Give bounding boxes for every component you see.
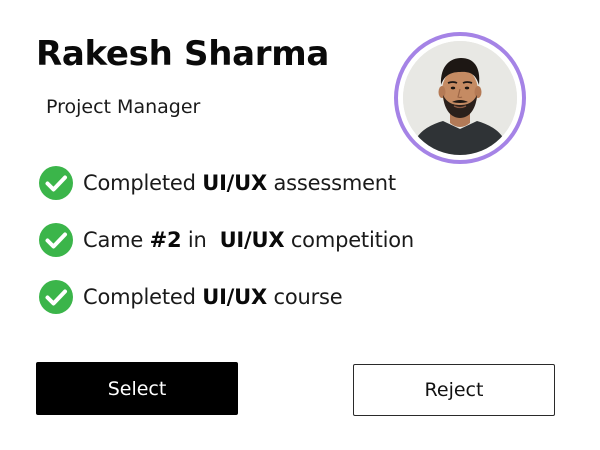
achievement-text: Completed UI/UX course xyxy=(83,285,343,309)
check-circle-icon xyxy=(38,279,74,315)
achievement-item: Completed UI/UX assessment xyxy=(38,164,414,202)
avatar xyxy=(403,41,517,155)
achievement-item: Came #2 in UI/UX competition xyxy=(38,221,414,259)
avatar-ring xyxy=(394,32,526,164)
candidate-card: Rakesh Sharma Project Manager Completed … xyxy=(0,0,600,450)
candidate-name: Rakesh Sharma xyxy=(36,34,330,74)
person-photo-icon xyxy=(403,41,517,155)
select-button[interactable]: Select xyxy=(36,362,238,415)
check-circle-icon xyxy=(38,165,74,201)
candidate-role: Project Manager xyxy=(46,96,201,118)
achievements-list: Completed UI/UX assessment Came #2 in UI… xyxy=(38,164,414,335)
achievement-text: Completed UI/UX assessment xyxy=(83,171,396,195)
achievement-item: Completed UI/UX course xyxy=(38,278,414,316)
reject-button[interactable]: Reject xyxy=(353,364,555,416)
achievement-text: Came #2 in UI/UX competition xyxy=(83,228,415,252)
check-circle-icon xyxy=(38,222,74,258)
